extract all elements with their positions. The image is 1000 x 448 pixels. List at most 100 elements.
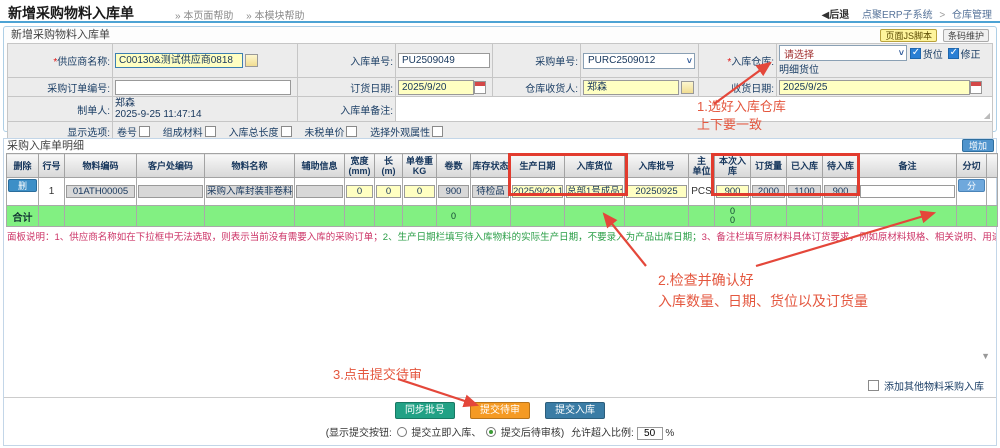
- inbound-no-input[interactable]: PU2509049: [398, 53, 490, 68]
- purchase-order-label: 采购订单编号:: [8, 78, 113, 97]
- col-aux-info: 辅助信息: [295, 154, 345, 178]
- maker-label: 制单人:: [8, 97, 113, 122]
- radio-immediate-label: 提交立即入库、: [411, 428, 481, 439]
- barcode-button[interactable]: 条码维护: [943, 29, 989, 42]
- detail-section-title: 采购入库单明细: [4, 139, 996, 153]
- total-qty-in: 00: [716, 207, 749, 225]
- order-date-label: 订货日期:: [298, 78, 396, 97]
- maker-value: 郑森2025-9-25 11:47:14: [113, 97, 298, 122]
- option-materials-label: 组成材料: [163, 128, 203, 139]
- cell-aux-info: [296, 185, 343, 198]
- receive-date-input[interactable]: 2025/9/25: [779, 80, 970, 95]
- cell-qty-in-input[interactable]: 900: [716, 185, 749, 198]
- scroll-down-icon[interactable]: ▼: [981, 351, 990, 361]
- col-width: 宽度 (mm): [345, 154, 375, 178]
- back-button[interactable]: ◀后退: [822, 10, 850, 21]
- cell-qty-ordered: 2000: [752, 185, 785, 198]
- radio-immediate[interactable]: [397, 427, 407, 437]
- col-batch-no: 入库批号: [625, 154, 689, 178]
- form-section-title: 新增采购物料入库单: [7, 28, 993, 43]
- option-roll-no-checkbox[interactable]: [139, 126, 150, 137]
- option-total-length-checkbox[interactable]: [281, 126, 292, 137]
- add-other-checkbox[interactable]: [868, 380, 879, 391]
- col-line-no: 行号: [39, 154, 65, 178]
- option-materials-checkbox[interactable]: [205, 126, 216, 137]
- order-remark-input[interactable]: ◢: [396, 97, 993, 122]
- col-roll-count: 卷数: [437, 154, 471, 178]
- col-qty-pending: 待入库: [823, 154, 859, 178]
- receiver-lookup-icon[interactable]: [681, 81, 694, 94]
- split-button[interactable]: 分切: [958, 179, 985, 192]
- col-qty-in: 本次入库: [715, 154, 751, 178]
- page-title: 新增采购物料入库单: [8, 3, 134, 23]
- option-untaxed-price-checkbox[interactable]: [346, 126, 357, 137]
- cell-material-name: 采购入库封装非卷料测试: [206, 185, 293, 198]
- breadcrumb-system[interactable]: 点聚ERP子系统: [862, 10, 933, 21]
- submit-inbound-button[interactable]: 提交入库: [545, 402, 605, 419]
- cell-length-input[interactable]: 0: [376, 185, 401, 198]
- annotation-step3: 3.点击提交待审: [333, 364, 422, 383]
- calendar-icon[interactable]: [970, 81, 982, 94]
- cell-qty-pending: 900: [824, 185, 857, 198]
- annotation-step1: 1.选好入库仓库 上下要一致: [697, 98, 786, 134]
- option-untaxed-price-label: 未税单价: [304, 128, 344, 139]
- fix-location-checkbox[interactable]: [948, 48, 959, 59]
- radio-after-review[interactable]: [486, 427, 496, 437]
- submit-review-button[interactable]: 提交待审: [470, 402, 530, 419]
- options-prefix: (显示提交按钮:: [326, 428, 392, 439]
- col-qty-ordered: 订货量: [751, 154, 787, 178]
- col-customer-code: 客户处编码: [137, 154, 205, 178]
- chevron-down-icon: ˅: [899, 48, 904, 58]
- ratio-input[interactable]: [637, 427, 663, 440]
- table-scrollbar-cell[interactable]: [987, 178, 998, 206]
- po-label: 采购单号:: [493, 44, 581, 78]
- calendar-icon[interactable]: [474, 81, 486, 94]
- option-roll-no-label: 卷号: [117, 128, 137, 139]
- page-js-button[interactable]: 页面JS脚本: [880, 29, 937, 42]
- receiver-input[interactable]: 郑森: [583, 80, 679, 95]
- add-row-button[interactable]: 增加: [962, 139, 994, 152]
- cell-remark-input[interactable]: [860, 185, 955, 198]
- cell-location-input[interactable]: 总部1号成品仓: [566, 185, 623, 198]
- supplier-input[interactable]: C00130&测试供应商0818: [115, 53, 243, 68]
- cell-qty-received: 1100: [788, 185, 821, 198]
- option-total-length-label: 入库总长度: [229, 128, 279, 139]
- table-scrollbar[interactable]: [987, 154, 998, 178]
- panel-note: 面板说明：1、供应商名称如在下拉框中无法选取，则表示当前没有需要入库的采购订单；…: [4, 227, 996, 243]
- ratio-label: 允许超入比例:: [571, 428, 634, 439]
- order-date-input[interactable]: 2025/9/20: [398, 80, 474, 95]
- col-delete: 删除: [7, 154, 39, 178]
- cell-line-no: 1: [39, 178, 65, 206]
- option-appearance-checkbox[interactable]: [432, 126, 443, 137]
- col-material-name: 物料名称: [205, 154, 295, 178]
- supplier-lookup-icon[interactable]: [245, 54, 258, 67]
- detail-header-row: 删除 行号 物料编码 客户处编码 物料名称 辅助信息 宽度 (mm) 长 (m)…: [7, 154, 998, 178]
- col-stock-status: 库存状态: [471, 154, 511, 178]
- inbound-no-label: 入库单号:: [298, 44, 396, 78]
- location-checkbox[interactable]: [910, 48, 921, 59]
- ratio-suffix: %: [665, 428, 674, 439]
- breadcrumb-module[interactable]: 仓库管理: [952, 10, 992, 21]
- warehouse-select[interactable]: 请选择˅: [779, 45, 907, 61]
- cell-roll-weight-input[interactable]: 0: [404, 185, 435, 198]
- breadcrumb-separator: >: [939, 10, 945, 21]
- cell-batch-no-input[interactable]: 20250925: [626, 185, 687, 198]
- submit-options: (显示提交按钮: 提交立即入库、 提交后待审核) 允许超入比例: %: [4, 424, 996, 440]
- add-other-material: 添加其他物料采购入库: [868, 378, 986, 393]
- purchase-order-input[interactable]: [115, 80, 291, 95]
- cell-prod-date-input[interactable]: 2025/9/20 17: [512, 185, 563, 198]
- delete-row-button[interactable]: 删除: [8, 179, 37, 192]
- breadcrumb: ◀后退 点聚ERP子系统 > 仓库管理: [822, 6, 992, 21]
- form-panel: 新增采购物料入库单 页面JS脚本 条码维护 *供应商名称: C00130&测试供…: [3, 26, 997, 132]
- cell-unit: PCS: [689, 178, 715, 206]
- col-remark: 备注: [859, 154, 957, 178]
- col-split: 分切: [957, 154, 987, 178]
- col-prod-date: 生产日期: [511, 154, 565, 178]
- cell-width-input[interactable]: 0: [346, 185, 373, 198]
- form-table: *供应商名称: C00130&测试供应商0818 入库单号: PU2509049…: [7, 43, 993, 141]
- resize-grip-icon[interactable]: ◢: [984, 111, 990, 120]
- location-checkbox-label: 货位: [923, 50, 943, 61]
- po-select[interactable]: PURC2509012˅: [583, 53, 695, 69]
- cell-roll-count: 900: [438, 185, 469, 198]
- sync-batch-button[interactable]: 同步批号: [395, 402, 455, 419]
